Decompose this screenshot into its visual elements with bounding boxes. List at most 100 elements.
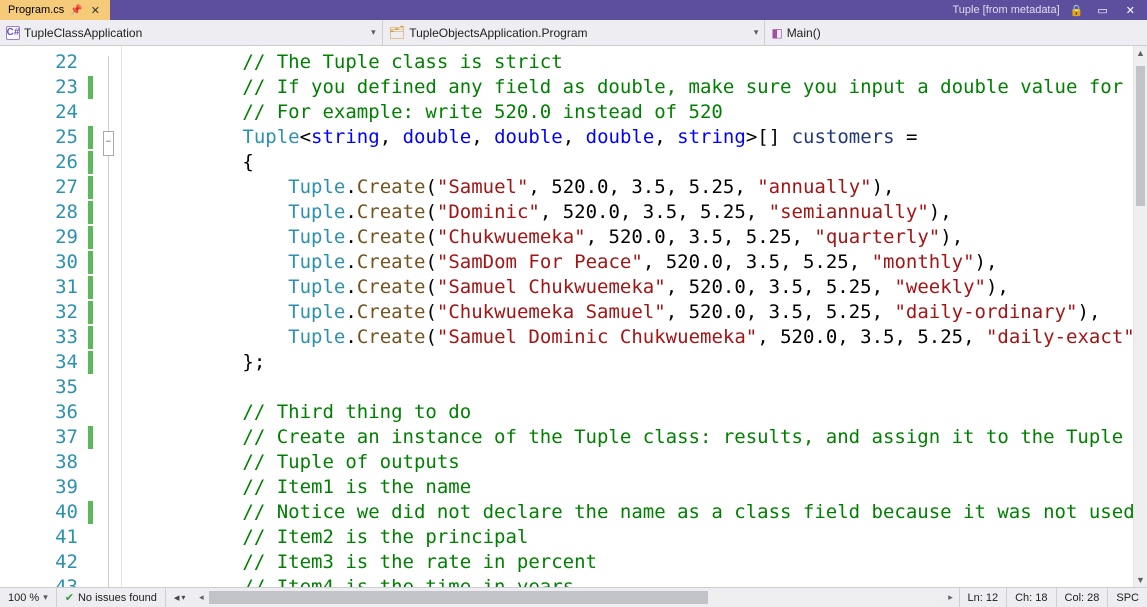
- window-float-icon[interactable]: ▭: [1093, 4, 1111, 17]
- horizontal-scroll-thumb[interactable]: [209, 591, 708, 604]
- line-number: 27: [0, 175, 78, 200]
- line-number: 28: [0, 200, 78, 225]
- line-number: 22: [0, 50, 78, 75]
- pin-icon[interactable]: 📌: [70, 5, 82, 16]
- fold-cell: [96, 50, 121, 75]
- method-icon: ◧: [771, 26, 782, 40]
- vertical-scroll-thumb[interactable]: [1136, 66, 1145, 206]
- lock-icon: 🔒: [1070, 4, 1084, 17]
- line-number: 30: [0, 250, 78, 275]
- members-dropdown[interactable]: 🗂 TupleObjectsApplication.Program ▾: [383, 20, 766, 45]
- change-mark: [88, 275, 96, 300]
- line-number: 23: [0, 75, 78, 100]
- change-mark: [88, 350, 96, 375]
- method-dropdown[interactable]: ◧ Main(): [765, 20, 1147, 45]
- code-line[interactable]: // Item2 is the principal: [128, 525, 1133, 550]
- fold-toggle[interactable]: −: [103, 131, 114, 156]
- caret-col: Col: 28: [1057, 588, 1109, 607]
- horizontal-scroll-track[interactable]: [209, 591, 942, 604]
- line-number: 25: [0, 125, 78, 150]
- code-line[interactable]: // Tuple of outputs: [128, 450, 1133, 475]
- line-number: 33: [0, 325, 78, 350]
- change-mark: [88, 50, 96, 75]
- scroll-up-icon[interactable]: ▲: [1134, 46, 1147, 60]
- code-line[interactable]: // Item1 is the name: [128, 475, 1133, 500]
- cs-file-icon: C#: [6, 26, 20, 40]
- code-line[interactable]: };: [128, 350, 1133, 375]
- caret-char: Ch: 18: [1007, 588, 1056, 607]
- change-mark: [88, 425, 96, 450]
- chevron-down-icon[interactable]: ▾: [365, 27, 382, 38]
- code-line[interactable]: Tuple.Create("SamDom For Peace", 520.0, …: [128, 250, 1133, 275]
- chevron-down-icon: ▾: [43, 592, 48, 603]
- code-line[interactable]: [128, 375, 1133, 400]
- change-mark: [88, 450, 96, 475]
- caret-line: Ln: 12: [960, 588, 1008, 607]
- navigation-bar: C# TupleClassApplication ▾ 🗂 TupleObject…: [0, 20, 1147, 46]
- line-number: 40: [0, 500, 78, 525]
- code-line[interactable]: Tuple.Create("Samuel Dominic Chukwuemeka…: [128, 325, 1133, 350]
- nav-splitbutton[interactable]: ◂▾: [166, 588, 194, 607]
- members-dropdown-text: TupleObjectsApplication.Program: [409, 26, 587, 40]
- change-mark: [88, 400, 96, 425]
- code-line[interactable]: // Create an instance of the Tuple class…: [128, 425, 1133, 450]
- code-editor[interactable]: 2223242526272829303132333435363738394041…: [0, 46, 1133, 587]
- change-marker-gutter: [88, 46, 96, 587]
- code-line[interactable]: // The Tuple class is strict: [128, 50, 1133, 75]
- line-number: 39: [0, 475, 78, 500]
- change-mark: [88, 175, 96, 200]
- vertical-scrollbar[interactable]: ▲ ▼: [1133, 46, 1147, 587]
- line-number: 37: [0, 425, 78, 450]
- indent-mode[interactable]: SPC: [1108, 588, 1147, 607]
- change-mark: [88, 250, 96, 275]
- line-number: 32: [0, 300, 78, 325]
- code-line[interactable]: Tuple.Create("Samuel", 520.0, 3.5, 5.25,…: [128, 175, 1133, 200]
- scroll-right-icon[interactable]: ▸: [943, 592, 959, 603]
- document-tab[interactable]: Program.cs 📌 ✕: [0, 0, 110, 20]
- code-line[interactable]: // Item4 is the time in years: [128, 575, 1133, 587]
- change-mark: [88, 125, 96, 150]
- code-area[interactable]: // The Tuple class is strict // If you d…: [122, 46, 1133, 587]
- close-icon[interactable]: ✕: [89, 4, 102, 17]
- scroll-left-icon[interactable]: ◂: [193, 592, 209, 603]
- change-mark: [88, 150, 96, 175]
- outlining-gutter[interactable]: −: [96, 46, 122, 587]
- code-line[interactable]: Tuple.Create("Samuel Chukwuemeka", 520.0…: [128, 275, 1133, 300]
- issues-status[interactable]: ✔ No issues found: [57, 588, 166, 607]
- code-line[interactable]: Tuple.Create("Dominic", 520.0, 3.5, 5.25…: [128, 200, 1133, 225]
- code-line[interactable]: // For example: write 520.0 instead of 5…: [128, 100, 1133, 125]
- code-line[interactable]: Tuple.Create("Chukwuemeka Samuel", 520.0…: [128, 300, 1133, 325]
- scroll-down-icon[interactable]: ▼: [1134, 573, 1147, 587]
- method-dropdown-text: Main(): [787, 26, 821, 40]
- window-close-icon[interactable]: ✕: [1122, 4, 1139, 17]
- code-line[interactable]: Tuple<string, double, double, double, st…: [128, 125, 1133, 150]
- code-line[interactable]: // Item3 is the rate in percent: [128, 550, 1133, 575]
- ok-icon: ✔: [65, 591, 74, 604]
- titlebar: Program.cs 📌 ✕ Tuple [from metadata] 🔒 ▭…: [0, 0, 1147, 20]
- change-mark: [88, 225, 96, 250]
- change-mark: [88, 500, 96, 525]
- change-mark: [88, 575, 96, 587]
- horizontal-scrollbar[interactable]: ◂ ▸: [193, 588, 959, 607]
- line-number: 42: [0, 550, 78, 575]
- chevron-down-icon[interactable]: ▾: [748, 27, 765, 38]
- status-bar: 100 % ▾ ✔ No issues found ◂▾ ◂ ▸ Ln: 12 …: [0, 587, 1147, 607]
- tab-label: Program.cs: [8, 4, 64, 16]
- code-line[interactable]: // Third thing to do: [128, 400, 1133, 425]
- code-line[interactable]: Tuple.Create("Chukwuemeka", 520.0, 3.5, …: [128, 225, 1133, 250]
- line-number: 24: [0, 100, 78, 125]
- line-number: 26: [0, 150, 78, 175]
- change-mark: [88, 300, 96, 325]
- code-line[interactable]: // Notice we did not declare the name as…: [128, 500, 1133, 525]
- line-number: 31: [0, 275, 78, 300]
- code-line[interactable]: // If you defined any field as double, m…: [128, 75, 1133, 100]
- line-number: 43: [0, 575, 78, 587]
- change-mark: [88, 375, 96, 400]
- line-number: 38: [0, 450, 78, 475]
- class-icon: 🗂: [389, 25, 406, 41]
- types-dropdown[interactable]: C# TupleClassApplication ▾: [0, 20, 383, 45]
- code-line[interactable]: {: [128, 150, 1133, 175]
- zoom-level[interactable]: 100 % ▾: [0, 588, 57, 607]
- change-mark: [88, 100, 96, 125]
- line-number: 36: [0, 400, 78, 425]
